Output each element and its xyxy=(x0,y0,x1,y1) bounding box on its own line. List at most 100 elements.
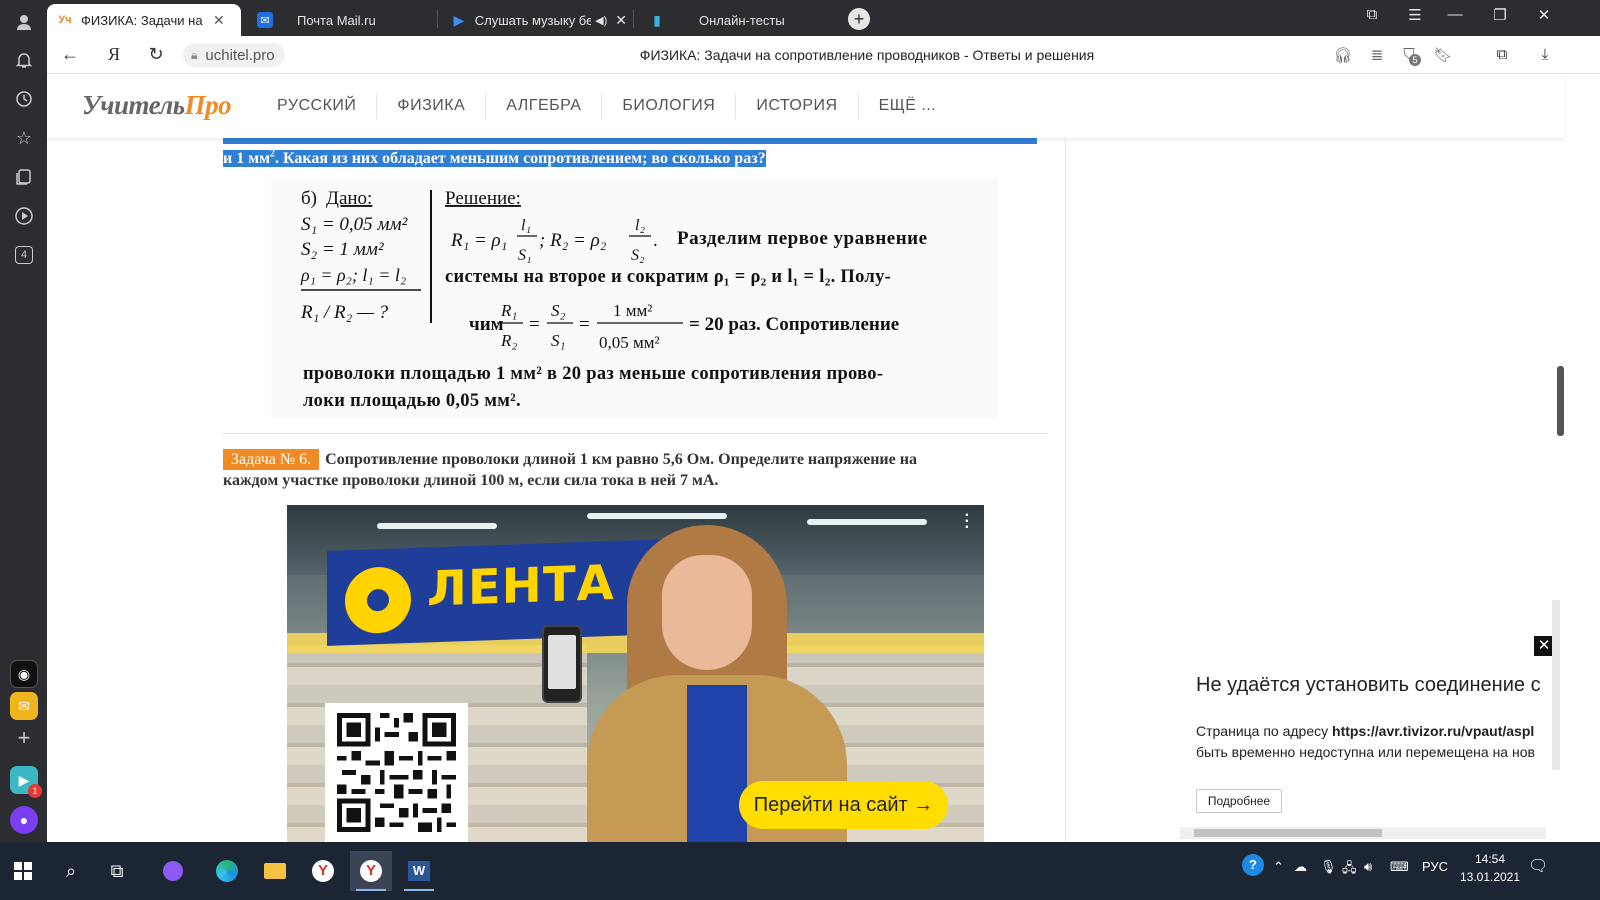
page-scrollbar-track[interactable] xyxy=(1565,74,1600,842)
search-icon[interactable]: ⌕ xyxy=(50,851,92,891)
yandex-mail-icon[interactable]: ✉ xyxy=(10,692,38,720)
word-icon[interactable]: W xyxy=(398,851,440,891)
more-details-button[interactable]: Подробнее xyxy=(1196,789,1282,813)
site-logo[interactable]: УчительПро xyxy=(82,90,232,121)
nav-item-physics[interactable]: ФИЗИКА xyxy=(377,93,487,119)
tab-music[interactable]: ▶ Слушать музыку бес ◀) ✕ xyxy=(441,4,628,36)
svg-text:l₁: l₁ xyxy=(521,217,531,234)
svg-text:=: = xyxy=(529,314,540,335)
tab-title: Слушать музыку бес xyxy=(474,12,592,28)
new-tab-button[interactable]: + xyxy=(848,8,870,30)
menu-icon[interactable]: ☰ xyxy=(1403,6,1427,24)
solution-line-3-result: = 20 раз. Сопротивление xyxy=(689,314,899,335)
popup-scroll-thumb[interactable] xyxy=(1194,829,1382,837)
ad-phone-image xyxy=(542,625,582,703)
popup-body-line2: быть временно недоступна или перемещена … xyxy=(1196,744,1535,760)
notifications-icon[interactable] xyxy=(10,46,38,74)
nav-item-algebra[interactable]: АЛГЕБРА xyxy=(486,93,603,119)
back-arrow-icon[interactable]: ← xyxy=(59,44,81,65)
address-bar: ← Я ↻ 🔒︎ uchitel.pro ФИЗИКА: Задачи на с… xyxy=(47,36,1600,74)
download-icon[interactable]: ⤓ xyxy=(1535,46,1555,63)
reader-mode-icon[interactable]: ≣ xyxy=(1367,46,1387,64)
url-text: uchitel.pro xyxy=(205,46,275,64)
ad-more-icon[interactable]: · · · xyxy=(965,508,970,536)
popup-title: Не удаётся установить соединение с xyxy=(1196,674,1541,696)
headphones-icon[interactable]: 🎧︎ xyxy=(1333,46,1353,64)
tab-title: Онлайн-тесты xyxy=(699,12,785,28)
bookmarks-star-icon[interactable]: ☆ xyxy=(10,124,38,152)
nav-item-history[interactable]: ИСТОРИЯ xyxy=(736,93,859,119)
solution-line-3-prefix: чим xyxy=(469,314,504,335)
solution-line-1: Разделим первое уравнение xyxy=(677,228,928,249)
ad-cta-button[interactable]: Перейти на сайт → xyxy=(739,781,948,829)
collections-icon[interactable]: ⧉ xyxy=(1492,46,1512,63)
url-field[interactable]: 🔒︎ uchitel.pro xyxy=(183,43,285,67)
yandex-y-icon[interactable]: Я xyxy=(103,44,125,65)
microphone-icon[interactable]: 🎙︎ xyxy=(1320,859,1337,875)
task-view-icon[interactable]: ⧉ xyxy=(96,851,138,891)
protect-icon[interactable]: ⛉ 5 xyxy=(1399,46,1421,66)
tabs-list-icon[interactable]: ⧉ xyxy=(1360,6,1384,23)
profile-icon[interactable] xyxy=(10,8,38,36)
network-icon[interactable]: 🖧︎ xyxy=(1342,859,1357,881)
given-line-3: ρ₁ = ρ₂; l₁ = l₂ xyxy=(300,265,406,285)
close-window-icon[interactable]: ✕ xyxy=(1532,6,1556,24)
close-tab-icon[interactable]: ✕ xyxy=(615,12,627,29)
close-tab-icon[interactable]: ✕ xyxy=(213,12,225,29)
file-explorer-icon[interactable] xyxy=(254,851,296,891)
problem-5-text-a: и 1 мм xyxy=(223,150,271,168)
yandex-browser-active-icon[interactable]: Y xyxy=(350,851,392,891)
keyboard-icon[interactable]: ⌨ xyxy=(1390,859,1409,875)
edge-icon[interactable] xyxy=(206,851,248,891)
add-app-icon[interactable]: + xyxy=(10,724,38,752)
nav-item-russian[interactable]: РУССКИЙ xyxy=(257,93,378,119)
video-play-icon[interactable] xyxy=(10,202,38,230)
given-title: Дано: xyxy=(326,188,372,209)
history-icon[interactable] xyxy=(10,85,38,113)
close-icon[interactable]: ✕ xyxy=(1534,636,1552,656)
tab-physics[interactable]: Уч ФИЗИКА: Задачи на сопр ✕ xyxy=(47,4,241,36)
page-scrollbar-thumb[interactable] xyxy=(1557,366,1564,436)
solution-title: Решение: xyxy=(445,188,521,209)
help-icon[interactable]: ? xyxy=(1242,854,1264,876)
site-header: УчительПро РУССКИЙ ФИЗИКА АЛГЕБРА БИОЛОГ… xyxy=(47,74,1565,138)
alice-icon[interactable]: ● xyxy=(10,806,38,834)
tab-title: Почта Mail.ru xyxy=(297,12,376,28)
popup-horizontal-scrollbar[interactable] xyxy=(1180,827,1546,839)
given-line-1: S₁ = 0,05 мм² xyxy=(301,214,408,235)
problem-6: Задача № 6. Сопротивление проволоки длино… xyxy=(223,449,1043,491)
advertisement-video[interactable]: ЛЕНТА · · · Перейти на сайт → xyxy=(287,505,984,842)
messenger-icon[interactable]: ▶ 1 xyxy=(10,766,42,798)
solution-line-2: системы на второе и сократим ρ₁ = ρ₂ и l… xyxy=(445,267,891,287)
minimize-icon[interactable]: — xyxy=(1443,6,1467,23)
collections-icon[interactable] xyxy=(10,163,38,191)
yandex-browser-icon[interactable]: Y xyxy=(302,851,344,891)
bookmark-icon[interactable]: 🔖︎ xyxy=(1433,46,1453,64)
popup-vertical-scrollbar[interactable] xyxy=(1552,600,1560,770)
problem-5-text[interactable]: и 1 мм2. Какая из них обладает меньшим с… xyxy=(223,144,766,169)
alice-recorder-icon[interactable]: ◉ xyxy=(10,660,38,688)
solution-image: б) Дано: S₁ = 0,05 мм² S₂ = 1 мм² ρ₁ = ρ… xyxy=(271,178,998,418)
system-clock[interactable]: 14:54 13.01.2021 xyxy=(1455,850,1525,886)
tabs-counter[interactable]: 4 xyxy=(10,241,38,269)
sunflower-logo-icon xyxy=(345,566,411,635)
audio-playing-icon[interactable]: ◀) xyxy=(595,14,607,27)
tab-mail[interactable]: ✉ Почта Mail.ru xyxy=(247,4,435,36)
windows-start-icon[interactable] xyxy=(2,851,44,891)
svg-text:; R₂ = ρ₂: ; R₂ = ρ₂ xyxy=(539,230,607,251)
cloud-icon[interactable]: ☁ xyxy=(1294,859,1307,875)
alice-taskbar-icon[interactable] xyxy=(152,851,194,891)
popup-body: Страница по адресу https://avr.tivizor.r… xyxy=(1196,721,1535,763)
ad-ceiling-light xyxy=(377,523,497,529)
restore-icon[interactable]: ❐ xyxy=(1488,6,1512,24)
input-language[interactable]: РУС xyxy=(1422,859,1448,874)
notification-center-icon[interactable]: 🗨︎ xyxy=(1528,856,1548,876)
volume-icon[interactable]: 🔊︎ xyxy=(1364,859,1372,875)
solution-line-4: проволоки площадью 1 мм² в 20 раз меньше… xyxy=(303,364,883,384)
reload-icon[interactable]: ↻ xyxy=(145,44,167,65)
show-hidden-icons[interactable]: ⌃ xyxy=(1273,859,1284,875)
nav-item-biology[interactable]: БИОЛОГИЯ xyxy=(602,93,737,119)
svg-text:S₂: S₂ xyxy=(631,247,645,264)
tab-tests[interactable]: ▮ Онлайн-тесты xyxy=(639,4,839,36)
nav-item-more[interactable]: ЕЩЁ ... xyxy=(859,93,957,119)
